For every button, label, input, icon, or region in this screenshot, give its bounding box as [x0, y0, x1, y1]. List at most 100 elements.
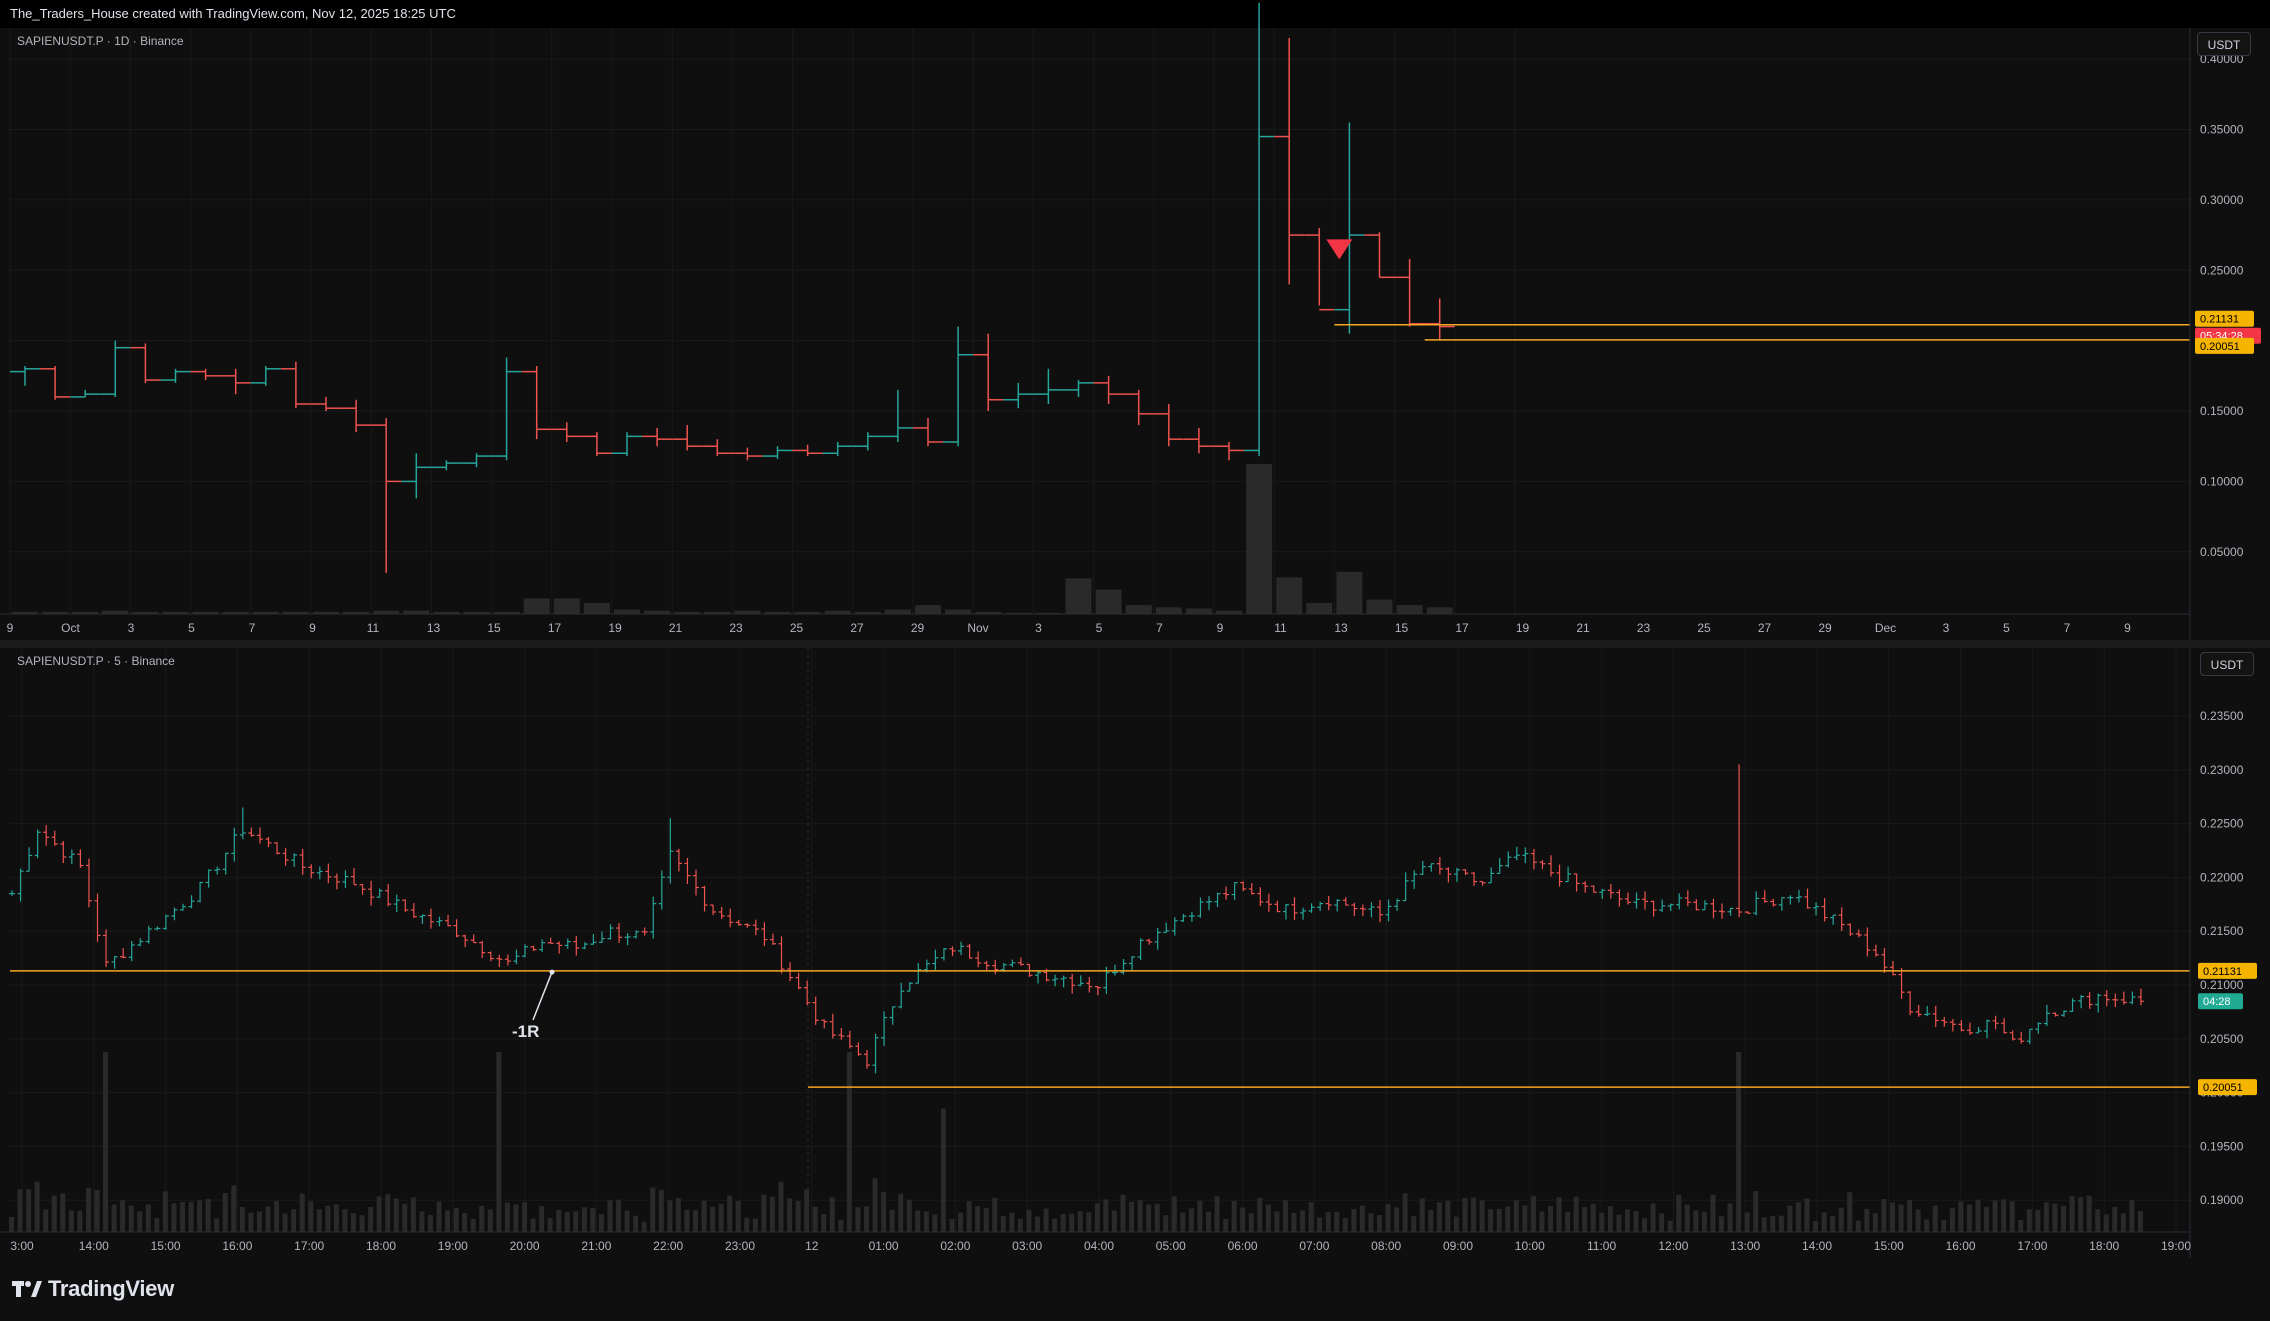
bottom-volume-bar — [162, 1191, 168, 1232]
bottom-time-tick: 19:00 — [438, 1239, 468, 1253]
bottom-volume-bar — [1000, 1215, 1006, 1232]
charts-canvas[interactable]: 0.400000.350000.300000.250000.150000.100… — [0, 0, 2270, 1260]
bottom-volume-bar — [351, 1213, 356, 1232]
bottom-volume-bar — [752, 1218, 758, 1232]
top-date-tick: 19 — [1516, 621, 1530, 635]
top-volume-bar — [614, 609, 640, 614]
footer: TradingView — [0, 1260, 2270, 1321]
bottom-volume-bar — [812, 1206, 818, 1232]
bottom-volume-bar — [1129, 1201, 1135, 1232]
top-pane-symbol-title[interactable]: SAPIENUSDT.P · 1D · Binance — [17, 34, 184, 48]
bottom-price-tick: 0.19500 — [2200, 1139, 2244, 1153]
top-date-tick: 9 — [1217, 621, 1224, 635]
bottom-volume-bar — [1958, 1201, 1964, 1232]
bottom-volume-bar — [1017, 1218, 1023, 1232]
bottom-volume-bar — [624, 1210, 630, 1232]
bottom-volume-bar — [1325, 1212, 1331, 1232]
bottom-volume-bar — [17, 1189, 23, 1232]
bottom-volume-bar — [1231, 1201, 1237, 1232]
bottom-volume-bar — [85, 1187, 91, 1232]
bottom-pane-plot[interactable] — [10, 648, 2260, 1258]
risk-annotation-label[interactable]: -1R — [512, 1022, 539, 1042]
bottom-volume-bar — [701, 1200, 707, 1232]
top-date-tick: 7 — [1156, 621, 1163, 635]
bottom-volume-bar — [2026, 1209, 2032, 1232]
bottom-volume-bar — [1881, 1199, 1887, 1232]
bottom-time-tick: 09:00 — [1443, 1239, 1473, 1253]
bottom-volume-bar — [1659, 1213, 1665, 1232]
bottom-volume-bar — [864, 1206, 869, 1232]
bottom-volume-bar — [1830, 1215, 1836, 1232]
bottom-level-label-upper: 0.21131 — [2203, 966, 2242, 978]
bottom-volume-bar — [402, 1203, 408, 1232]
bottom-volume-bar — [1855, 1220, 1861, 1232]
bottom-volume-bar — [1616, 1214, 1622, 1232]
bottom-volume-bar — [180, 1201, 185, 1232]
bottom-volume-bar — [419, 1211, 425, 1232]
bottom-volume-bar — [966, 1201, 972, 1232]
bottom-volume-bar — [2069, 1196, 2075, 1232]
top-pane-plot[interactable] — [10, 28, 2260, 640]
bottom-pane-symbol-title[interactable]: SAPIENUSDT.P · 5 · Binance — [17, 654, 175, 668]
pane-separator[interactable] — [0, 640, 2270, 648]
bottom-volume-bar — [1394, 1207, 1400, 1232]
bottom-pane-currency-button[interactable]: USDT — [2200, 652, 2254, 676]
bottom-volume-bar — [308, 1201, 314, 1232]
bottom-price-tick: 0.20500 — [2200, 1032, 2244, 1046]
bottom-volume-bar — [436, 1201, 442, 1232]
bottom-price-tick: 0.22500 — [2200, 817, 2244, 831]
bottom-volume-bar — [68, 1210, 74, 1232]
bottom-time-tick: 05:00 — [1156, 1239, 1186, 1253]
bottom-volume-bar — [2129, 1199, 2135, 1232]
bottom-time-tick: 08:00 — [1371, 1239, 1401, 1253]
bottom-volume-bar — [1795, 1202, 1801, 1232]
bottom-volume-bar — [573, 1211, 579, 1232]
bottom-volume-bar — [1753, 1191, 1759, 1232]
bottom-volume-bar — [2018, 1219, 2024, 1232]
top-date-tick: 15 — [1395, 621, 1409, 635]
bottom-volume-bar — [1402, 1193, 1408, 1232]
top-date-tick: 25 — [790, 621, 804, 635]
bottom-volume-bar — [1676, 1194, 1682, 1232]
bottom-time-tick: 10:00 — [1515, 1239, 1545, 1253]
top-pane[interactable]: 0.400000.350000.300000.250000.150000.100… — [0, 2, 2261, 640]
bottom-volume-bar — [590, 1207, 596, 1232]
bottom-volume-bar — [197, 1200, 203, 1232]
bottom-volume-bar — [1419, 1198, 1425, 1232]
bottom-volume-bar — [1496, 1208, 1502, 1232]
top-volume-bar — [1276, 577, 1303, 614]
bottom-volume-bar — [1915, 1209, 1921, 1232]
bottom-volume-bar — [855, 1207, 861, 1232]
bottom-volume-bar — [316, 1209, 322, 1232]
bottom-volume-bar — [1890, 1202, 1895, 1232]
bottom-volume-bar — [1898, 1204, 1904, 1232]
tradingview-logo[interactable]: TradingView — [12, 1276, 174, 1302]
bottom-volume-bar — [829, 1197, 835, 1232]
bottom-volume-bar — [513, 1204, 519, 1232]
top-price-tick: 0.10000 — [2200, 474, 2244, 488]
bottom-volume-bar — [1804, 1198, 1810, 1232]
bottom-volume-bar — [581, 1207, 587, 1232]
bottom-time-tick: 11:00 — [1587, 1239, 1616, 1253]
bottom-volume-bar — [1488, 1209, 1494, 1232]
bottom-volume-bar — [256, 1211, 262, 1232]
bottom-price-tick: 0.23000 — [2200, 763, 2244, 777]
bottom-volume-bar — [1556, 1197, 1562, 1232]
bottom-price-tick: 0.21500 — [2200, 924, 2244, 938]
bottom-volume-bar — [675, 1198, 681, 1232]
bottom-time-tick: 06:00 — [1228, 1239, 1258, 1253]
bottom-volume-bar — [650, 1187, 656, 1232]
bottom-time-tick: 18:00 — [366, 1239, 396, 1253]
bottom-volume-bar — [1377, 1215, 1382, 1232]
bottom-volume-bar — [1026, 1209, 1032, 1232]
bottom-volume-bar — [342, 1209, 348, 1232]
bottom-volume-bar — [633, 1215, 639, 1232]
bottom-volume-bar — [1436, 1202, 1442, 1232]
bottom-volume-bar — [188, 1201, 194, 1232]
top-volume-bar — [1065, 578, 1092, 614]
bottom-pane[interactable]: 0.23500 0.23000 0.22500 0.22000 0.21500 0.210… — [0, 648, 2260, 1258]
bottom-volume-bar — [282, 1213, 288, 1232]
top-pane-currency-button[interactable]: USDT — [2197, 32, 2251, 56]
bottom-volume-bar — [2120, 1213, 2126, 1232]
bottom-volume-bar — [137, 1211, 143, 1232]
